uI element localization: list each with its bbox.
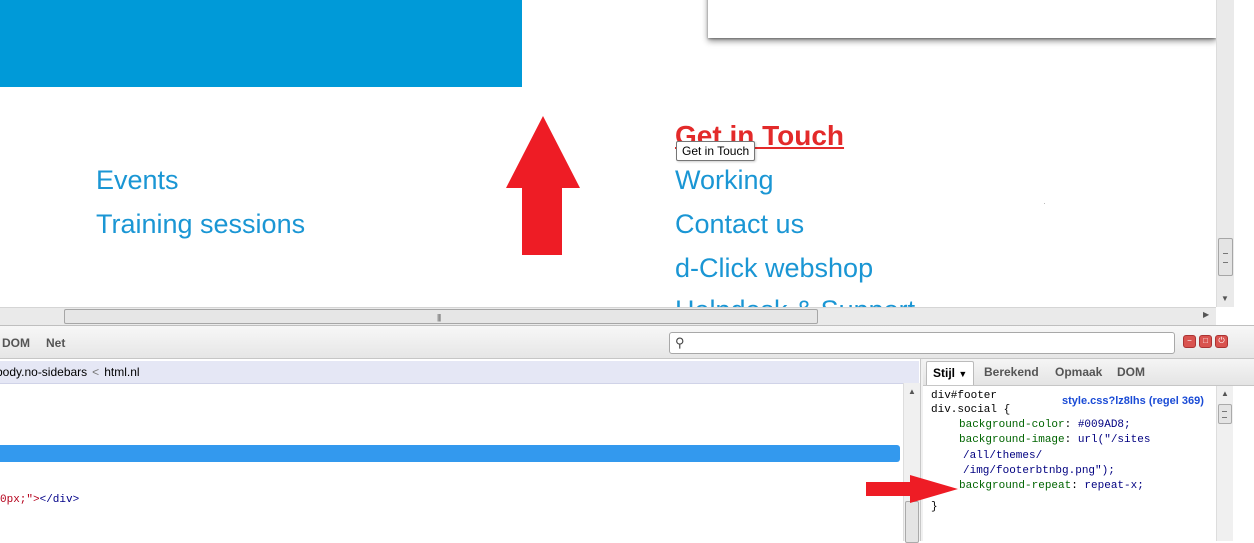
html-code-line[interactable]: 0px;"></div>: [0, 494, 79, 506]
devtools-toolbar: DOM Net ⚲ − □ ⏻: [0, 326, 1254, 359]
devtools-search-input[interactable]: [692, 334, 1172, 352]
tab-opmaak[interactable]: Opmaak: [1055, 365, 1102, 379]
page-vertical-scrollbar[interactable]: ▼: [1216, 0, 1234, 307]
css-selector-1: div#footer: [931, 390, 998, 402]
page-vertical-scroll-thumb[interactable]: [1218, 238, 1233, 276]
css-declaration[interactable]: background-image: url("/sites: [959, 434, 1150, 446]
magnifier-icon: ⚲: [675, 335, 685, 350]
css-source-link[interactable]: style.css?lz8lhs (regel 369): [1062, 395, 1204, 407]
html-panel-scroll-thumb[interactable]: [905, 501, 919, 543]
css-selector-2: div.social {: [931, 404, 1011, 416]
tab-dom-side[interactable]: DOM: [1117, 365, 1145, 379]
page-horizontal-scrollbar[interactable]: ||| ▶: [0, 307, 1216, 325]
breadcrumb-item-html[interactable]: html.nl: [104, 365, 139, 379]
css-declaration-continued: /all/themes/: [963, 450, 1043, 462]
css-rule: div#footer style.css?lz8lhs (regel 369) …: [923, 386, 1233, 541]
style-side-panel: Stijl ▼ Berekend Opmaak DOM div#footer s…: [923, 359, 1254, 541]
footer-link-contact-us[interactable]: Contact us: [675, 208, 804, 240]
side-panel-scrollbar[interactable]: ▲: [1216, 386, 1233, 541]
tab-dom[interactable]: DOM: [2, 336, 30, 350]
annotation-arrow-up: [506, 116, 580, 255]
footer-link-dclick-webshop[interactable]: d-Click webshop: [675, 252, 873, 284]
scroll-up-arrow-icon[interactable]: ▲: [1221, 389, 1229, 398]
side-tabs: Stijl ▼ Berekend Opmaak DOM: [923, 359, 1254, 386]
tab-net[interactable]: Net: [46, 336, 65, 350]
scroll-right-arrow-icon[interactable]: ▶: [1203, 310, 1209, 319]
selected-node-row[interactable]: [0, 445, 900, 462]
side-panel-scroll-thumb[interactable]: [1218, 404, 1232, 424]
css-declaration[interactable]: background-repeat: repeat-x;: [959, 480, 1144, 492]
css-declaration-continued: /img/footerbtnbg.png");: [963, 465, 1115, 477]
css-declaration[interactable]: background-color: #009AD8;: [959, 419, 1131, 431]
breadcrumb-item-body[interactable]: body.no-sidebars: [0, 365, 87, 379]
devtools-search[interactable]: ⚲: [669, 332, 1175, 354]
tab-stijl[interactable]: Stijl ▼: [926, 361, 975, 385]
breadcrumb: body.no-sidebars < html.nl: [0, 361, 919, 384]
tab-berekend[interactable]: Berekend: [984, 365, 1039, 379]
chevron-down-icon: ▼: [958, 369, 968, 379]
page-viewport: Events Training sessions Get in Touch Ge…: [0, 0, 1216, 307]
footer-link-helpdesk-support[interactable]: Helpdesk & Support: [675, 294, 915, 307]
close-icon[interactable]: ⏻: [1215, 335, 1228, 348]
scroll-down-arrow-icon[interactable]: ▼: [1221, 294, 1229, 303]
devtools-panel: DOM Net ⚲ − □ ⏻ body.no-sidebars < html.nl…: [0, 325, 1254, 543]
minimize-icon[interactable]: −: [1183, 335, 1196, 348]
html-panel: body.no-sidebars < html.nl 0px;"></div> ▲: [0, 359, 921, 543]
social-footer-block: [0, 0, 522, 87]
stray-pixel: [1044, 203, 1045, 204]
detach-icon[interactable]: □: [1199, 335, 1212, 348]
scroll-up-arrow-icon[interactable]: ▲: [908, 387, 916, 396]
annotation-arrow-right: [866, 475, 958, 503]
html-panel-scrollbar[interactable]: ▲: [903, 383, 920, 543]
tooltip: Get in Touch: [676, 141, 756, 161]
footer-link-events[interactable]: Events: [96, 164, 179, 196]
footer-link-working[interactable]: Working: [675, 164, 774, 196]
content-card: [708, 0, 1216, 38]
page-horizontal-scroll-thumb[interactable]: |||: [64, 309, 818, 324]
footer-link-training-sessions[interactable]: Training sessions: [96, 208, 305, 240]
